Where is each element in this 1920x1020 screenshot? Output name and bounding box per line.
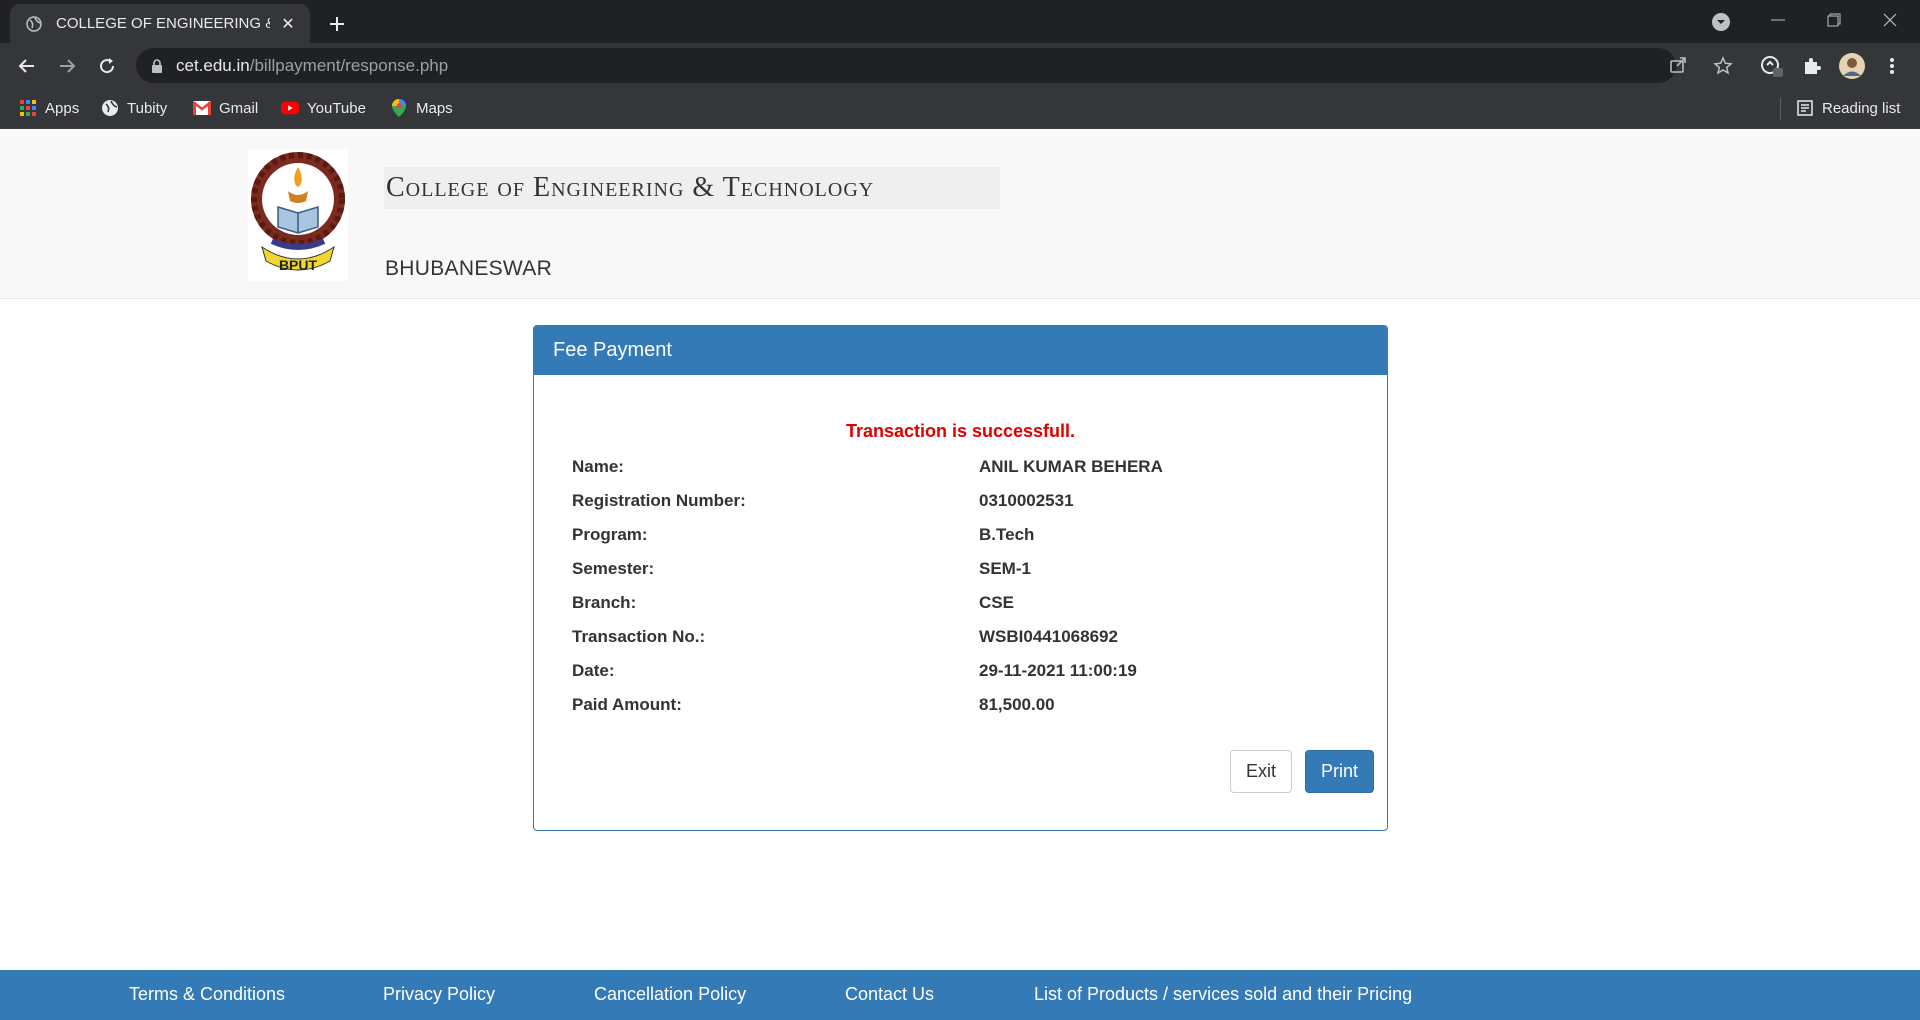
- globe-icon: [24, 14, 44, 34]
- profile-avatar-icon[interactable]: [1836, 50, 1868, 82]
- detail-row-program: Program: B.Tech: [572, 525, 1332, 549]
- detail-row-registration: Registration Number: 0310002531: [572, 491, 1332, 515]
- reload-icon[interactable]: [91, 50, 123, 82]
- url-path: /billpayment/response.php: [249, 55, 449, 75]
- detail-label: Paid Amount:: [572, 695, 682, 714]
- detail-value: CSE: [979, 593, 1014, 612]
- print-button[interactable]: Print: [1305, 750, 1374, 793]
- detail-value: 29-11-2021 11:00:19: [979, 661, 1137, 680]
- footer-link-cancellation[interactable]: Cancellation Policy: [594, 984, 746, 1005]
- bookmarks-bar: Apps Tubity Gmail YouTube Maps Reading l…: [0, 88, 1920, 129]
- detail-value: B.Tech: [979, 525, 1035, 544]
- site-footer: Terms & Conditions Privacy Policy Cancel…: [0, 970, 1920, 1020]
- forward-arrow-icon[interactable]: [51, 50, 83, 82]
- detail-row-name: Name: ANIL KUMAR BEHERA: [572, 457, 1332, 481]
- bookmark-apps[interactable]: Apps: [19, 96, 79, 120]
- detail-row-date: Date: 29-11-2021 11:00:19: [572, 661, 1332, 685]
- extension-badge-icon[interactable]: [1756, 50, 1788, 82]
- detail-label: Transaction No.:: [572, 627, 706, 646]
- detail-row-semester: Semester: SEM-1: [572, 559, 1332, 583]
- share-icon[interactable]: [1667, 54, 1689, 76]
- tab-search-icon[interactable]: [1708, 9, 1734, 35]
- detail-row-transaction-no: Transaction No.: WSBI0441068692: [572, 627, 1332, 651]
- detail-label: Program:: [572, 525, 648, 544]
- detail-value: 81,500.00: [979, 695, 1055, 714]
- college-city: BHUBANESWAR: [385, 257, 553, 280]
- new-tab-button[interactable]: [322, 9, 352, 39]
- detail-label: Name:: [572, 457, 624, 476]
- college-logo: BPUT: [248, 149, 348, 281]
- college-name: College of Engineering & Technology: [384, 167, 1000, 209]
- browser-tabstrip: COLLEGE OF ENGINEERING & TECHNOLOGY ✕: [0, 0, 1920, 43]
- close-tab-icon[interactable]: ✕: [278, 14, 298, 34]
- reading-list-icon: [1796, 99, 1814, 117]
- site-header: BPUT College of Engineering & Technology…: [0, 129, 1920, 299]
- youtube-icon: [281, 99, 299, 117]
- bookmark-label: Tubity: [127, 99, 168, 117]
- restore-window-icon[interactable]: [1806, 0, 1862, 40]
- detail-row-branch: Branch: CSE: [572, 593, 1332, 617]
- minimize-window-icon[interactable]: [1750, 0, 1806, 40]
- tab-title: COLLEGE OF ENGINEERING & TECHNOLOGY: [56, 15, 270, 32]
- panel-title: Fee Payment: [534, 326, 1387, 375]
- bookmarks-divider: [1780, 98, 1781, 120]
- address-bar[interactable]: cet.edu.in/billpayment/response.php: [136, 48, 1686, 83]
- bookmark-label: Apps: [45, 99, 80, 117]
- detail-value: ANIL KUMAR BEHERA: [979, 457, 1163, 476]
- detail-label: Branch:: [572, 593, 637, 612]
- bookmark-star-icon[interactable]: [1712, 55, 1734, 77]
- globe-icon: [101, 99, 119, 117]
- footer-link-contact[interactable]: Contact Us: [845, 984, 934, 1005]
- lock-icon: [150, 58, 164, 74]
- footer-link-products-pricing[interactable]: List of Products / services sold and the…: [1034, 984, 1412, 1005]
- url-host: cet.edu.in: [176, 55, 250, 75]
- detail-label: Semester:: [572, 559, 655, 578]
- back-arrow-icon[interactable]: [11, 50, 43, 82]
- browser-menu-icon[interactable]: [1876, 50, 1908, 82]
- bookmark-tubity[interactable]: Tubity: [101, 96, 167, 120]
- detail-value: WSBI0441068692: [979, 627, 1118, 646]
- bookmark-youtube[interactable]: YouTube: [281, 96, 366, 120]
- apps-grid-icon: [19, 99, 37, 117]
- detail-label: Date:: [572, 661, 615, 680]
- footer-link-terms[interactable]: Terms & Conditions: [129, 984, 285, 1005]
- bookmark-label: Gmail: [219, 99, 259, 117]
- browser-tab[interactable]: COLLEGE OF ENGINEERING & TECHNOLOGY ✕: [10, 4, 310, 43]
- detail-value: 0310002531: [979, 491, 1074, 510]
- detail-label: Registration Number:: [572, 491, 746, 510]
- close-window-icon[interactable]: [1862, 0, 1918, 40]
- maps-pin-icon: [390, 99, 408, 117]
- detail-value: SEM-1: [979, 559, 1031, 578]
- reading-list-button[interactable]: Reading list: [1796, 96, 1900, 120]
- logo-text: BPUT: [279, 257, 318, 273]
- detail-row-paid-amount: Paid Amount: 81,500.00: [572, 695, 1332, 719]
- fee-payment-panel: Fee Payment Transaction is successfull. …: [533, 325, 1388, 831]
- exit-button[interactable]: Exit: [1230, 750, 1292, 793]
- bookmark-label: YouTube: [307, 99, 366, 117]
- bookmark-maps[interactable]: Maps: [390, 96, 453, 120]
- extensions-puzzle-icon[interactable]: [1796, 50, 1828, 82]
- bookmark-label: Maps: [416, 99, 453, 117]
- gmail-icon: [193, 99, 211, 117]
- bookmark-gmail[interactable]: Gmail: [193, 96, 258, 120]
- reading-list-label: Reading list: [1822, 99, 1901, 117]
- footer-link-privacy[interactable]: Privacy Policy: [383, 984, 495, 1005]
- transaction-status-message: Transaction is successfull.: [845, 421, 1076, 441]
- browser-toolbar: cet.edu.in/billpayment/response.php: [0, 43, 1920, 88]
